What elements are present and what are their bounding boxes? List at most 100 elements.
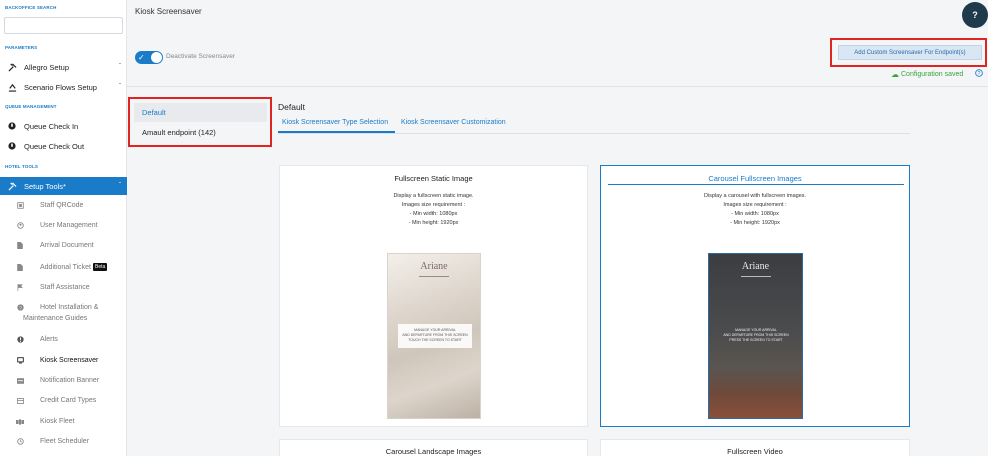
help-question-mark: ? bbox=[978, 71, 981, 77]
tabs-divider bbox=[278, 133, 910, 134]
beta-badge: Beta bbox=[92, 263, 108, 271]
sidebar-subitem-staff-qrcode[interactable]: Staff QRCode bbox=[0, 202, 127, 209]
sidebar-subitem-label: Fleet Scheduler bbox=[40, 438, 90, 445]
deactivate-screensaver-toggle[interactable]: ✓ bbox=[135, 51, 163, 64]
tab-type-selection[interactable]: Kiosk Screensaver Type Selection bbox=[282, 119, 388, 126]
card-desc-line: Images size requirement : bbox=[723, 202, 787, 208]
banner-icon bbox=[0, 377, 40, 384]
sidebar-subitem-kiosk-screensaver[interactable]: Kiosk Screensaver bbox=[0, 357, 127, 364]
sidebar-item-label: Scenario Flows Setup bbox=[24, 82, 97, 92]
carousel-image-preview: Ariane MANAGE YOUR ARRIVAL AND DEPARTURE… bbox=[708, 253, 803, 419]
sidebar-item-label: Allegro Setup bbox=[24, 62, 70, 72]
header-divider bbox=[127, 86, 988, 87]
section-title: Default bbox=[278, 102, 305, 112]
card-desc-line: - Min height: 1920px bbox=[730, 220, 780, 226]
fleet-icon bbox=[0, 418, 40, 425]
sidebar-item-queue-check-in[interactable]: Queue Check In bbox=[0, 117, 127, 135]
sidebar-subitem-additional-ticket[interactable]: Additional Ticket Beta bbox=[0, 263, 127, 271]
sidebar-subitem-staff-assistance[interactable]: Staff Assistance bbox=[0, 284, 127, 291]
sidebar-subitem-label: User Management bbox=[40, 222, 98, 229]
clock-icon bbox=[0, 438, 40, 445]
sidebar-subitem-label: Alerts bbox=[40, 336, 58, 343]
flag-icon bbox=[0, 284, 40, 291]
sidebar-subitem-label: Staff QRCode bbox=[40, 202, 84, 209]
chevron-down-icon: ˇ bbox=[119, 183, 121, 189]
queue-icon bbox=[0, 122, 24, 130]
sidebar-item-allegro-setup[interactable]: Allegro Setup ˇ bbox=[0, 58, 127, 76]
brand-logo-text: Ariane bbox=[420, 261, 448, 272]
document-icon bbox=[0, 242, 40, 249]
sidebar-subitem-label: Kiosk Fleet bbox=[40, 418, 75, 425]
sidebar-subitem-credit-card-types[interactable]: Credit Card Types bbox=[0, 397, 127, 404]
flow-icon bbox=[0, 83, 24, 92]
check-icon: ✓ bbox=[138, 53, 145, 62]
page-title: Kiosk Screensaver bbox=[135, 7, 202, 16]
sidebar-subitem-user-management[interactable]: User Management bbox=[0, 222, 127, 229]
card-description: Display a fullscreen static image. Image… bbox=[280, 192, 587, 228]
sidebar: BACKOFFICE SEARCH PARAMETERS Allegro Set… bbox=[0, 0, 127, 456]
endpoint-item-default[interactable]: Default bbox=[134, 103, 267, 122]
sidebar-subitem-hotel-installation[interactable]: ? Hotel Installation & bbox=[0, 304, 127, 311]
qrcode-icon bbox=[0, 202, 40, 209]
wrench-icon bbox=[0, 62, 24, 72]
preview-line: PRESS THE SCREEN TO START bbox=[729, 338, 783, 342]
card-title: Fullscreen Video bbox=[727, 447, 783, 456]
sidebar-subitem-alerts[interactable]: Alerts bbox=[0, 336, 127, 343]
add-custom-screensaver-button[interactable]: Add Custom Screensaver For Endpoint(s) bbox=[838, 45, 982, 60]
screensaver-option-fullscreen-static[interactable]: Fullscreen Static Image Display a fullsc… bbox=[279, 165, 588, 427]
document-icon bbox=[0, 263, 40, 271]
brand-logo-text: Ariane bbox=[741, 261, 770, 272]
sidebar-item-label: Queue Check Out bbox=[24, 141, 85, 151]
sidebar-item-label: Setup Tools* bbox=[24, 181, 66, 191]
sidebar-subitem-label: Hotel Installation & bbox=[40, 304, 99, 311]
card-title: Fullscreen Static Image bbox=[394, 174, 473, 183]
chevron-down-icon: ˇ bbox=[119, 84, 121, 90]
tab-customization[interactable]: Kiosk Screensaver Customization bbox=[401, 119, 506, 126]
sidebar-subitem-label-continued: Maintenance Guides bbox=[23, 315, 88, 322]
card-desc-line: - Min width: 1080px bbox=[409, 211, 458, 217]
brand-rule bbox=[740, 276, 771, 277]
sidebar-item-label: Queue Check In bbox=[24, 121, 79, 131]
user-icon bbox=[0, 222, 40, 229]
sidebar-subitem-kiosk-fleet[interactable]: Kiosk Fleet bbox=[0, 418, 127, 425]
screensaver-option-carousel-landscape[interactable]: Carousel Landscape Images bbox=[279, 439, 588, 456]
card-title-underline bbox=[608, 184, 904, 185]
endpoint-item-amault[interactable]: Amault endpoint (142) bbox=[134, 123, 267, 142]
card-desc-line: - Min height: 1920px bbox=[408, 220, 459, 226]
sidebar-subitem-label: Staff Assistance bbox=[40, 284, 90, 291]
chevron-down-icon: ˇ bbox=[119, 64, 121, 70]
card-desc-line: Display a fullscreen static image. bbox=[393, 193, 474, 199]
screensaver-option-carousel-fullscreen[interactable]: Carousel Fullscreen Images Display a car… bbox=[600, 165, 910, 427]
help-circle-icon: ? bbox=[0, 304, 40, 311]
preview-message-panel: MANAGE YOUR ARRIVAL AND DEPARTURE FROM T… bbox=[398, 324, 472, 348]
sidebar-subitem-fleet-scheduler[interactable]: Fleet Scheduler bbox=[0, 438, 127, 445]
toggle-knob bbox=[151, 52, 162, 63]
help-circle-icon[interactable]: ? bbox=[975, 69, 983, 79]
monitor-icon bbox=[0, 357, 40, 364]
sidebar-subitem-arrival-document[interactable]: Arrival Document bbox=[0, 242, 127, 249]
sidebar-subitem-label: Credit Card Types bbox=[40, 397, 97, 404]
preview-line: TOUCH THE SCREEN TO START bbox=[408, 338, 462, 342]
alert-icon bbox=[0, 336, 40, 343]
card-title: Carousel Fullscreen Images bbox=[708, 174, 802, 183]
sidebar-item-setup-tools[interactable]: Setup Tools* ˇ bbox=[0, 177, 127, 195]
help-button[interactable]: ? bbox=[962, 2, 988, 28]
queue-icon bbox=[0, 142, 24, 150]
sidebar-subitem-label: Additional Ticket bbox=[40, 263, 91, 271]
static-image-preview: Ariane MANAGE YOUR ARRIVAL AND DEPARTURE… bbox=[387, 253, 481, 419]
screensaver-option-fullscreen-video[interactable]: Fullscreen Video bbox=[600, 439, 910, 456]
sidebar-item-queue-check-out[interactable]: Queue Check Out bbox=[0, 137, 127, 155]
hotel-tools-section-label: HOTEL TOOLS bbox=[5, 164, 38, 169]
backoffice-search-input[interactable] bbox=[4, 17, 123, 34]
credit-card-icon bbox=[0, 397, 40, 404]
card-title: Carousel Landscape Images bbox=[385, 447, 482, 456]
sidebar-item-scenario-flows[interactable]: Scenario Flows Setup ˇ bbox=[0, 78, 127, 96]
sidebar-subitem-notification-banner[interactable]: Notification Banner bbox=[0, 377, 127, 384]
configuration-saved-status: ☁ Configuration saved bbox=[891, 70, 963, 79]
backoffice-search-label: BACKOFFICE SEARCH bbox=[5, 5, 57, 10]
brand-rule bbox=[419, 276, 449, 277]
cloud-check-icon: ☁ bbox=[891, 70, 899, 79]
sidebar-subitem-label: Notification Banner bbox=[40, 377, 100, 384]
preview-message-panel: MANAGE YOUR ARRIVAL AND DEPARTURE FROM T… bbox=[719, 324, 793, 348]
deactivate-screensaver-label: Deactivate Screensaver bbox=[166, 53, 236, 60]
